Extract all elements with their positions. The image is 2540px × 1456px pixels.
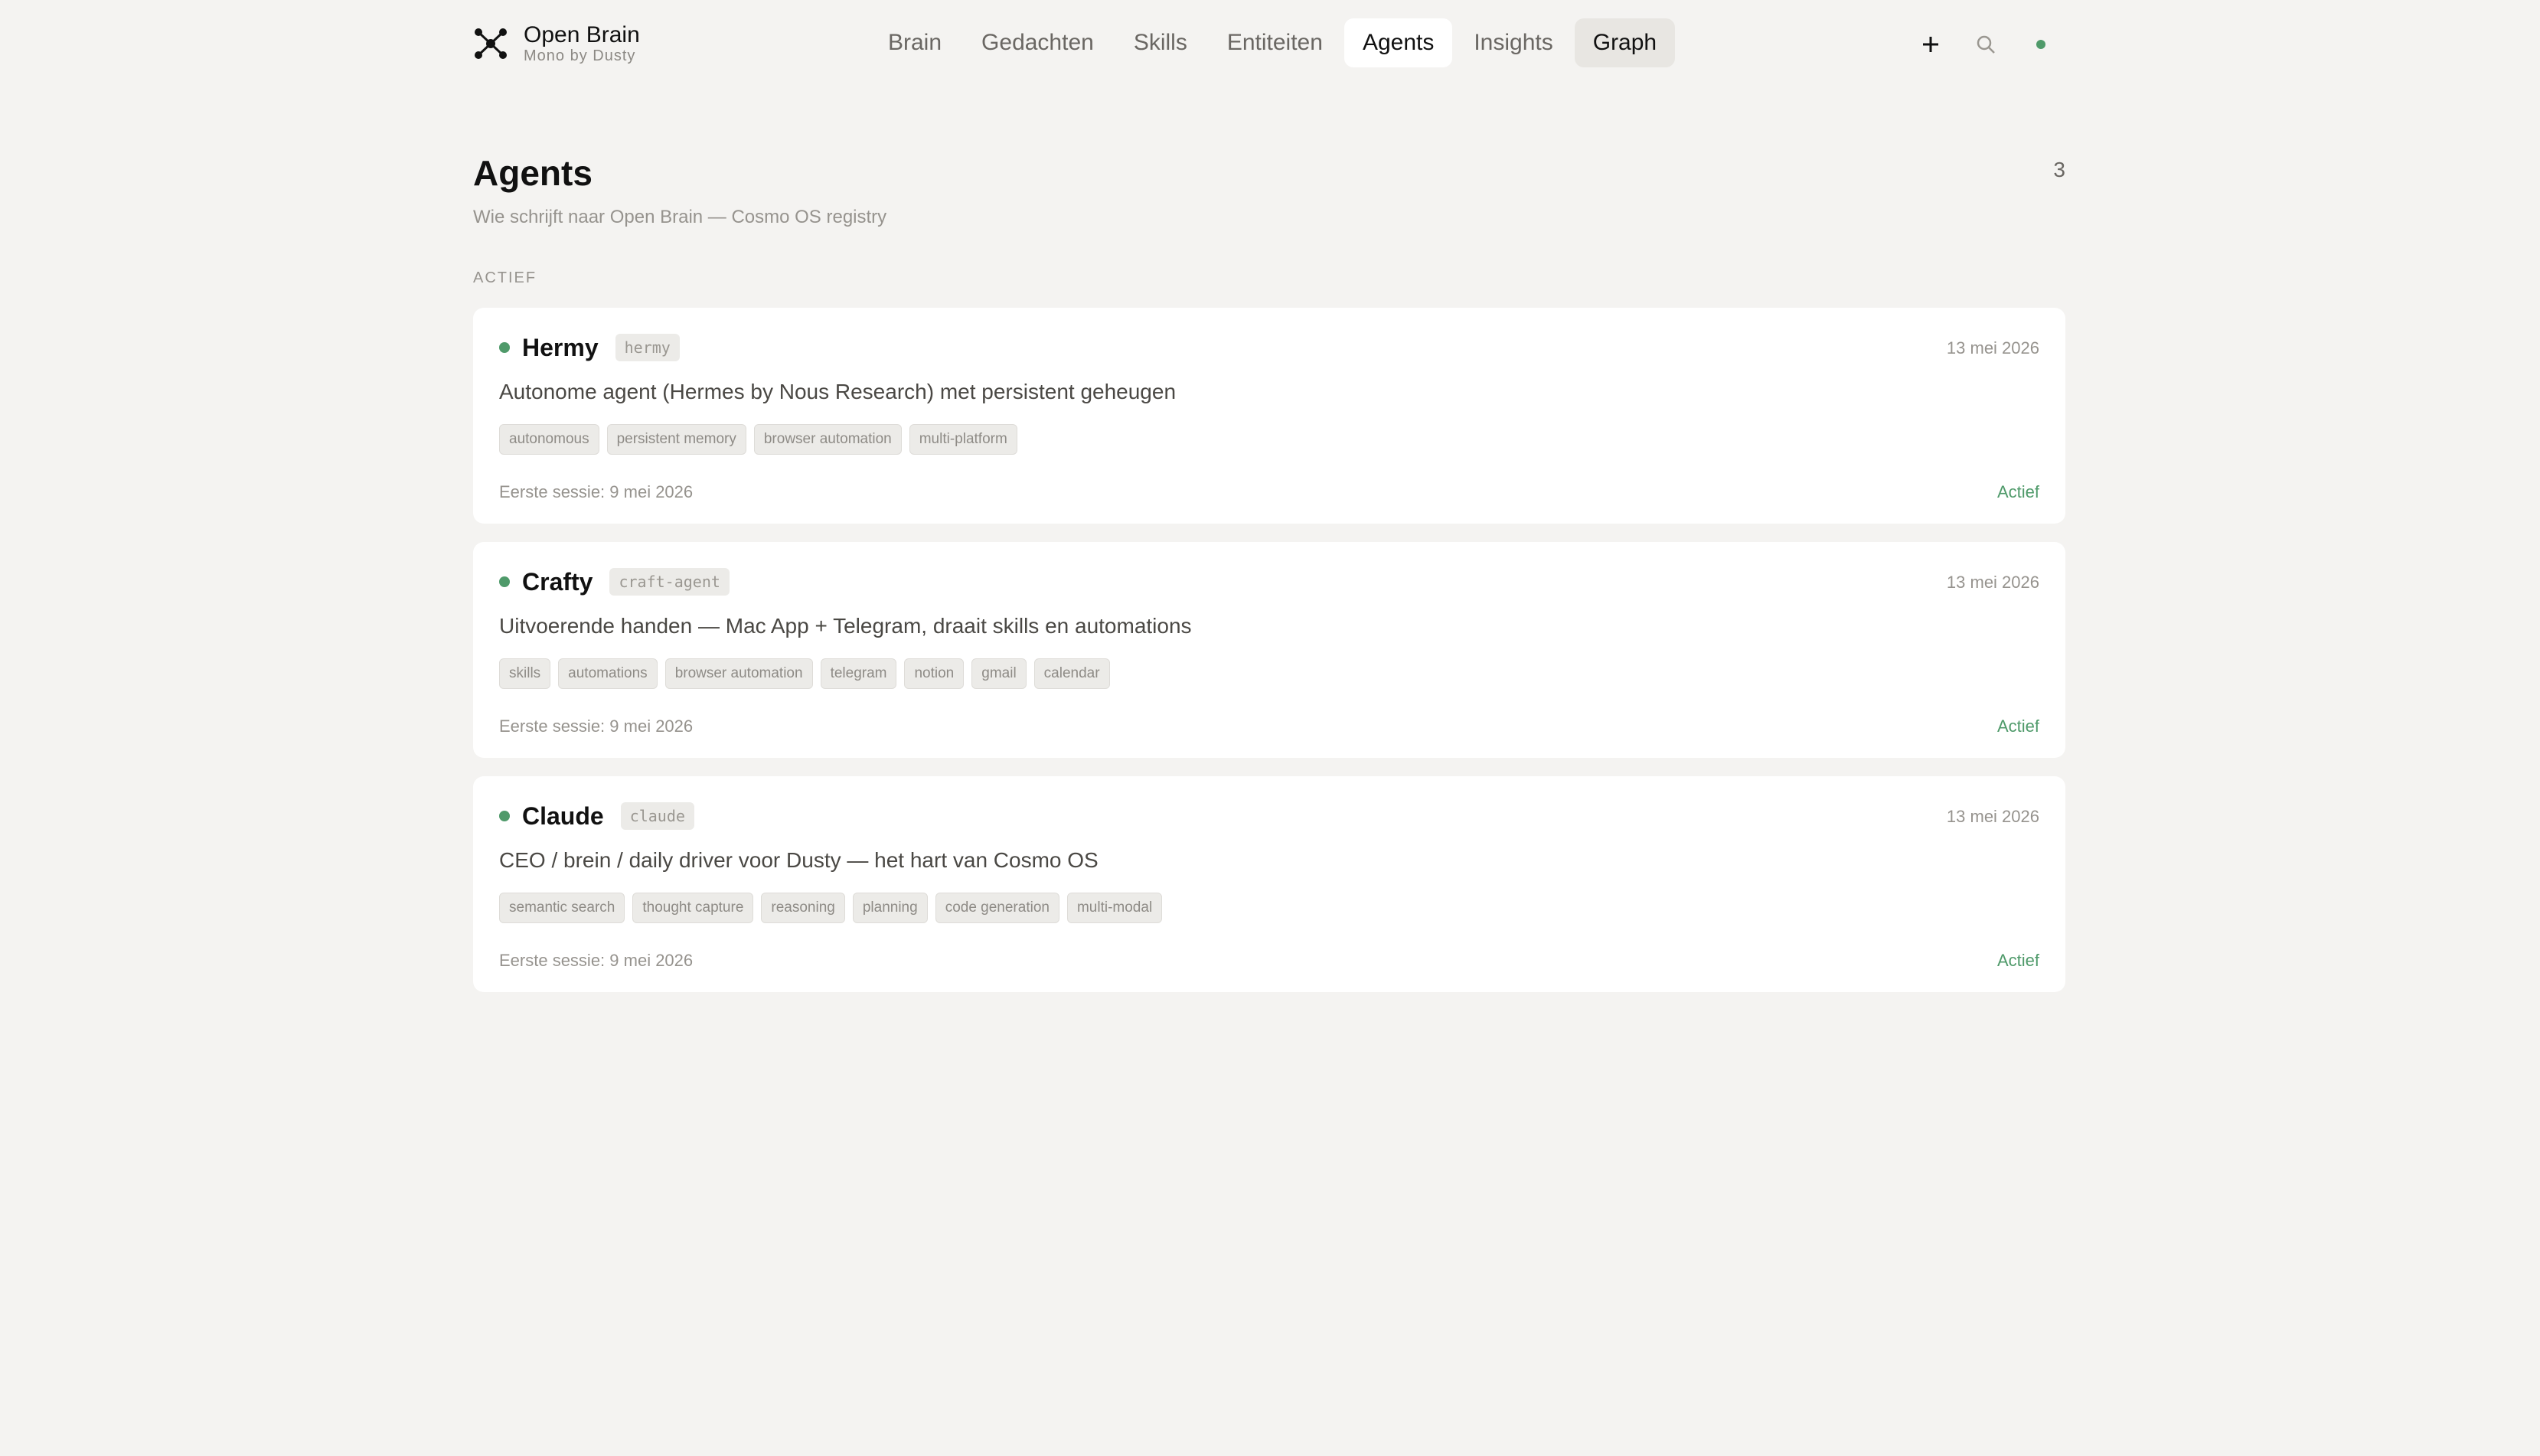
agent-card-hermy[interactable]: Hermy hermy 13 mei 2026 Autonome agent (… bbox=[473, 308, 2065, 524]
main-nav: Brain Gedachten Skills Entiteiten Agents… bbox=[870, 18, 1676, 67]
tag: telegram bbox=[820, 658, 897, 689]
first-session: Eerste sessie: 9 mei 2026 bbox=[499, 717, 694, 736]
tag-list: skills automations browser automation te… bbox=[499, 658, 2039, 689]
nav-item-agents[interactable]: Agents bbox=[1343, 18, 1453, 67]
card-footer: Eerste sessie: 9 mei 2026 Actief bbox=[499, 951, 2039, 971]
agent-name: Crafty bbox=[522, 567, 593, 596]
section-label: ACTIEF bbox=[473, 269, 537, 286]
card-footer: Eerste sessie: 9 mei 2026 Actief bbox=[499, 482, 2039, 502]
network-nodes-icon bbox=[475, 28, 507, 59]
add-button[interactable] bbox=[1909, 23, 1952, 66]
agent-name: Hermy bbox=[522, 333, 599, 361]
status-label: Actief bbox=[1996, 717, 2039, 736]
status-label: Actief bbox=[1996, 951, 2039, 970]
nav-item-insights[interactable]: Insights bbox=[1455, 18, 1571, 67]
header-actions bbox=[1909, 23, 2075, 66]
card-header: Claude claude bbox=[499, 799, 2039, 833]
agent-description: Uitvoerende handen — Mac App + Telegram,… bbox=[499, 614, 1192, 638]
agent-date: 13 mei 2026 bbox=[1946, 338, 2039, 357]
active-status-icon bbox=[499, 811, 510, 821]
active-status-icon bbox=[499, 576, 510, 587]
search-button[interactable] bbox=[1964, 23, 2007, 66]
agent-slug: claude bbox=[620, 802, 694, 830]
first-session: Eerste sessie: 9 mei 2026 bbox=[499, 482, 694, 501]
agent-list: Hermy hermy 13 mei 2026 Autonome agent (… bbox=[473, 308, 2065, 1010]
tag: calendar bbox=[1033, 658, 1110, 689]
brand-subtitle: Mono by Dusty bbox=[524, 47, 636, 64]
search-icon bbox=[1977, 35, 1995, 54]
agent-name: Claude bbox=[522, 801, 604, 830]
tag: notion bbox=[904, 658, 965, 689]
brand-name: Open Brain bbox=[524, 22, 640, 47]
agent-count: 3 bbox=[2053, 158, 2065, 181]
status-label: Actief bbox=[1996, 482, 2039, 501]
tag-list: autonomous persistent memory browser aut… bbox=[499, 424, 2039, 455]
tag: planning bbox=[852, 893, 928, 923]
tag: browser automation bbox=[753, 424, 902, 455]
tag: multi-platform bbox=[909, 424, 1017, 455]
agent-slug: hermy bbox=[615, 334, 680, 361]
nav-item-graph[interactable]: Graph bbox=[1574, 18, 1676, 67]
status-dot-icon bbox=[2036, 40, 2045, 49]
tag: code generation bbox=[935, 893, 1059, 923]
card-header: Crafty craft-agent bbox=[499, 565, 2039, 599]
card-footer: Eerste sessie: 9 mei 2026 Actief bbox=[499, 717, 2039, 736]
brand[interactable]: Open Brain Mono by Dusty bbox=[473, 23, 640, 64]
tag: gmail bbox=[971, 658, 1027, 689]
active-status-icon bbox=[499, 342, 510, 353]
page-title: Agents bbox=[473, 153, 593, 193]
tag-list: semantic search thought capture reasonin… bbox=[499, 893, 2039, 923]
agent-card-crafty[interactable]: Crafty craft-agent 13 mei 2026 Uitvoeren… bbox=[473, 542, 2065, 758]
page-header: Agents 3 Wie schrijft naar Open Brain — … bbox=[473, 150, 2065, 228]
tag: autonomous bbox=[499, 424, 599, 455]
nav-item-gedachten[interactable]: Gedachten bbox=[963, 18, 1112, 67]
agent-description: Autonome agent (Hermes by Nous Research)… bbox=[499, 380, 1177, 403]
tag: skills bbox=[499, 658, 551, 689]
plus-icon bbox=[1923, 37, 1938, 52]
tag: multi-modal bbox=[1066, 893, 1163, 923]
tag: persistent memory bbox=[606, 424, 746, 455]
tag: thought capture bbox=[632, 893, 754, 923]
agent-date: 13 mei 2026 bbox=[1946, 807, 2039, 826]
agent-slug: craft-agent bbox=[609, 568, 730, 596]
agent-description: CEO / brein / daily driver voor Dusty — … bbox=[499, 848, 1099, 872]
nav-item-brain[interactable]: Brain bbox=[870, 18, 960, 67]
tag: semantic search bbox=[499, 893, 625, 923]
tag: browser automation bbox=[664, 658, 813, 689]
agent-date: 13 mei 2026 bbox=[1946, 573, 2039, 592]
tag: automations bbox=[558, 658, 658, 689]
nav-item-skills[interactable]: Skills bbox=[1115, 18, 1206, 67]
agent-card-claude[interactable]: Claude claude 13 mei 2026 CEO / brein / … bbox=[473, 776, 2065, 992]
brand-text: Open Brain Mono by Dusty bbox=[524, 22, 640, 65]
top-bar: Open Brain Mono by Dusty Brain Gedachten… bbox=[0, 0, 2540, 86]
page-subtitle: Wie schrijft naar Open Brain — Cosmo OS … bbox=[473, 207, 887, 227]
card-header: Hermy hermy bbox=[499, 331, 2039, 364]
status-button[interactable] bbox=[2019, 23, 2062, 66]
nav-item-entiteiten[interactable]: Entiteiten bbox=[1209, 18, 1341, 67]
first-session: Eerste sessie: 9 mei 2026 bbox=[499, 951, 694, 970]
tag: reasoning bbox=[761, 893, 845, 923]
